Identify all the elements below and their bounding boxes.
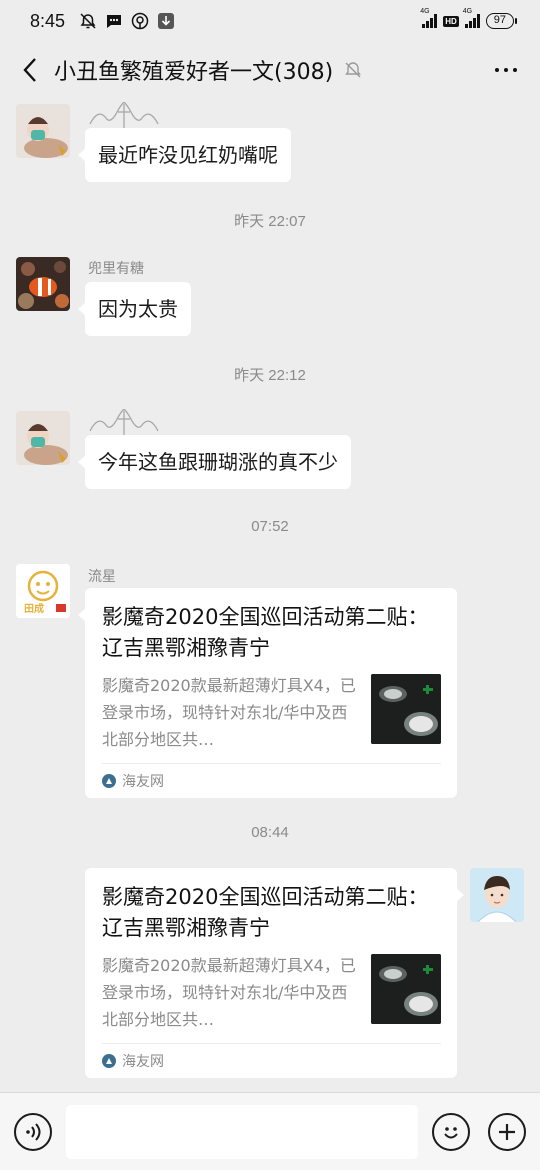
plus-button[interactable]	[488, 1112, 526, 1151]
more-button[interactable]	[486, 50, 526, 90]
status-notification-icons	[79, 12, 175, 30]
self-avatar[interactable]	[470, 868, 524, 922]
avatar[interactable]	[16, 411, 70, 465]
timestamp: 07:52	[251, 518, 289, 535]
link-card-thumbnail	[371, 954, 441, 1024]
hd-badge: HD	[443, 15, 459, 27]
broadcast-icon	[131, 12, 149, 30]
message-list[interactable]: 最近咋没见红奶嘴呢 昨天 22:07 兜里有糖 因为太贵 昨天 22:12 今年…	[0, 98, 540, 1092]
message-bubble[interactable]: 今年这鱼跟珊瑚涨的真不少	[78, 435, 351, 489]
link-card[interactable]: 影魔奇2020全国巡回活动第二贴：辽吉黑鄂湘豫青宁 影魔奇2020款最新超薄灯具…	[78, 588, 457, 798]
link-card-thumbnail	[371, 674, 441, 744]
chat-title[interactable]: 小丑鱼繁殖爱好者一文(308)	[54, 54, 333, 86]
battery-indicator: 97	[485, 13, 518, 29]
emoji-button[interactable]	[432, 1112, 470, 1151]
more-icon	[495, 68, 499, 72]
link-card-source: 海友网	[122, 1053, 164, 1070]
message-input[interactable]	[66, 1104, 418, 1159]
alarm-off-icon	[79, 12, 97, 30]
avatar-badge: 田成	[24, 604, 44, 615]
emoji-icon	[444, 1126, 458, 1138]
link-card-description: 影魔奇2020款最新超薄灯具X4，已登录市场，现特针对东北/华中及西北部分地区共…	[102, 676, 356, 749]
link-card-title: 影魔奇2020全国巡回活动第二贴：辽吉黑鄂湘豫青宁	[102, 885, 429, 940]
link-card-description: 影魔奇2020款最新超薄灯具X4，已登录市场，现特针对东北/华中及西北部分地区共…	[102, 956, 356, 1029]
avatar[interactable]	[16, 104, 70, 158]
voice-icon	[26, 1122, 41, 1141]
input-bar	[0, 1092, 540, 1170]
link-card-source: 海友网	[122, 773, 164, 790]
sender-name: 兜里有糖	[88, 261, 144, 277]
link-card[interactable]: 影魔奇2020全国巡回活动第二贴：辽吉黑鄂湘豫青宁 影魔奇2020款最新超薄灯具…	[85, 868, 464, 1078]
signal-icon-2: 4G	[463, 8, 480, 28]
mute-bell-icon	[343, 60, 363, 80]
chat-header: 小丑鱼繁殖爱好者一文(308)	[0, 42, 540, 98]
plus-icon	[499, 1123, 515, 1140]
timestamp: 昨天 22:12	[234, 367, 306, 384]
timestamp: 08:44	[251, 824, 289, 841]
signal-icon: 4G	[420, 8, 438, 28]
message-bubble[interactable]: 最近咋没见红奶嘴呢	[78, 128, 291, 182]
source-icon	[102, 773, 116, 788]
avatar[interactable]: 田成	[16, 564, 70, 618]
voice-button[interactable]	[14, 1112, 52, 1151]
timestamp: 昨天 22:07	[234, 213, 306, 230]
status-time: 8:45	[30, 10, 66, 31]
download-icon	[157, 12, 175, 30]
status-bar: 8:45 4G HD 4G 97	[0, 0, 540, 42]
link-card-title: 影魔奇2020全国巡回活动第二贴：辽吉黑鄂湘豫青宁	[102, 605, 429, 660]
sender-name: 流星	[88, 569, 116, 585]
status-system-icons: 4G HD 4G 97	[420, 8, 518, 29]
message-bubble[interactable]: 因为太贵	[78, 282, 191, 336]
back-arrow-icon	[23, 58, 36, 82]
source-icon	[102, 1053, 116, 1068]
message-icon	[105, 12, 123, 30]
avatar[interactable]	[16, 257, 70, 311]
back-button[interactable]	[14, 50, 46, 90]
